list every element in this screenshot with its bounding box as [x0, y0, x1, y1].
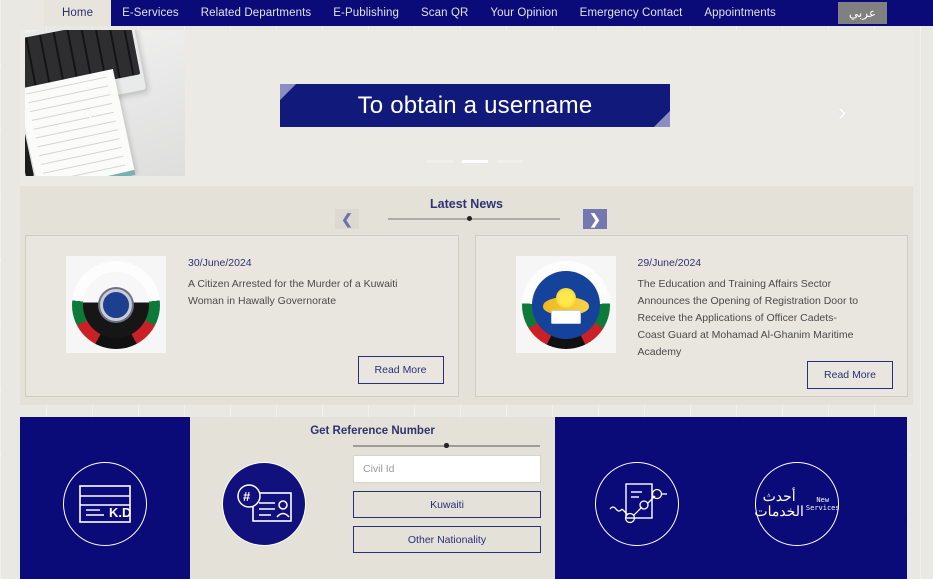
edu-emblem-book	[550, 309, 581, 324]
nav-label: Your Opinion	[490, 7, 558, 19]
hero-prev-arrow-icon[interactable]: ‹	[85, 100, 93, 125]
nav-label: Appointments	[704, 7, 776, 19]
hero-dot-3[interactable]	[497, 160, 523, 163]
news-card[interactable]: 30/June/2024 A Citizen Arrested for the …	[25, 235, 459, 397]
language-toggle-button[interactable]: عربي	[837, 1, 887, 25]
education-training-logo-icon	[515, 256, 616, 353]
reference-number-glyph: #	[237, 484, 292, 522]
news-progress-thumb[interactable]	[467, 216, 472, 221]
new-services-label-group: أحدث الخدمات New Services	[754, 488, 840, 519]
page-root: Home E-Services Related Departments E-Pu…	[0, 0, 933, 579]
nav-item-scan-qr[interactable]: Scan QR	[410, 0, 479, 26]
moi-emblem-graphic	[72, 260, 160, 349]
news-card-list: 30/June/2024 A Citizen Arrested for the …	[25, 235, 908, 397]
nav-label: E-Services	[122, 7, 179, 19]
new-services-en-line2: Services	[805, 504, 840, 512]
svg-text:K.D: K.D	[109, 505, 131, 520]
news-progress-track[interactable]	[388, 216, 560, 221]
nav-item-related-departments[interactable]: Related Departments	[190, 0, 323, 26]
kuwaiti-button[interactable]: Kuwaiti	[353, 491, 541, 518]
news-prev-button[interactable]: ❮	[335, 209, 359, 229]
reference-number-icon[interactable]: #	[222, 462, 306, 546]
reference-progress-thumb[interactable]	[444, 443, 449, 448]
ministry-of-interior-logo-icon	[66, 256, 166, 353]
read-more-button[interactable]: Read More	[807, 361, 893, 389]
latest-news-section: Latest News ❮ ❯ 30/June/2024 A Citizen A…	[20, 186, 913, 405]
new-services-icon[interactable]: أحدث الخدمات New Services	[754, 462, 840, 546]
get-reference-number-heading: Get Reference Number	[310, 425, 435, 437]
nav-label: Scan QR	[421, 7, 469, 19]
new-services-arabic-label: أحدث الخدمات	[754, 488, 804, 519]
news-card-body: 29/June/2024 The Education and Training …	[616, 248, 893, 389]
news-card[interactable]: 29/June/2024 The Education and Training …	[474, 235, 908, 397]
nav-label: E-Publishing	[333, 7, 400, 19]
news-date: 30/June/2024	[188, 257, 252, 269]
news-headline: The Education and Training Affairs Secto…	[637, 278, 859, 358]
new-services-english-label: New Services	[806, 496, 840, 512]
edu-emblem-graphic	[521, 260, 610, 349]
nav-label: Home	[62, 7, 94, 19]
service-flow-glyph	[609, 483, 667, 524]
news-next-button[interactable]: ❯	[583, 209, 607, 229]
civil-id-input[interactable]	[353, 455, 541, 483]
news-card-body: 30/June/2024 A Citizen Arrested for the …	[166, 248, 444, 384]
payment-card-icon[interactable]: K.D	[63, 462, 147, 546]
hero-banner-title: To obtain a username	[280, 84, 670, 127]
other-nationality-button[interactable]: Other Nationality	[353, 526, 541, 553]
main-navigation: Home E-Services Related Departments E-Pu…	[44, 0, 933, 26]
hero-dot-1[interactable]	[427, 160, 453, 163]
hero-next-arrow-icon[interactable]: ›	[838, 100, 846, 125]
nav-item-your-opinion[interactable]: Your Opinion	[479, 0, 568, 26]
hero-slide-indicators	[427, 160, 523, 163]
nav-label: Related Departments	[200, 7, 312, 19]
nav-item-home[interactable]: Home	[44, 0, 112, 26]
news-date: 29/June/2024	[637, 257, 702, 269]
hero-dot-2[interactable]	[462, 160, 488, 163]
hero-image-laptop-notebook	[25, 30, 185, 176]
read-more-button[interactable]: Read More	[357, 356, 444, 384]
news-headline: A Citizen Arrested for the Murder of a K…	[188, 278, 398, 307]
new-services-en-line1: New	[816, 495, 830, 504]
nav-item-appointments[interactable]: Appointments	[693, 0, 787, 26]
nav-item-e-publishing[interactable]: E-Publishing	[322, 0, 410, 26]
payment-card-glyph: K.D	[79, 485, 131, 523]
svg-text:#: #	[243, 489, 251, 504]
latest-news-heading: Latest News	[430, 197, 503, 211]
reference-progress-track[interactable]	[353, 443, 540, 448]
nav-item-e-services[interactable]: E-Services	[111, 0, 190, 26]
edu-emblem-sun	[555, 287, 576, 308]
notebook-lines	[26, 76, 126, 176]
nav-label: Emergency Contact	[579, 7, 683, 19]
service-flow-icon[interactable]	[595, 462, 679, 546]
nav-item-emergency-contact[interactable]: Emergency Contact	[569, 0, 694, 26]
